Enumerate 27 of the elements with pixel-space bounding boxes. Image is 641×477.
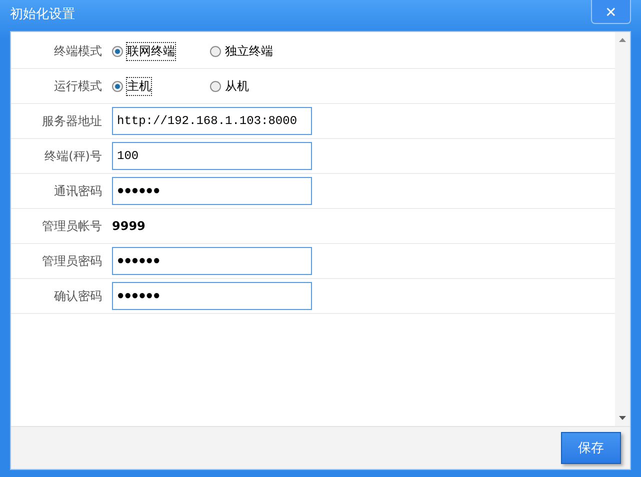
field-label: 运行模式 [53, 78, 102, 94]
radio-button[interactable] [210, 46, 221, 56]
radio-label[interactable]: 从机 [225, 78, 249, 94]
radio-button[interactable] [112, 46, 123, 56]
input-field[interactable]: ●●●●●● [112, 282, 312, 310]
save-button[interactable]: 保存 [561, 432, 621, 464]
input-field[interactable]: ●●●●●● [112, 177, 312, 205]
radio-button[interactable] [210, 80, 221, 92]
scrollbar[interactable] [615, 32, 630, 426]
radio-label[interactable]: 主机 [127, 78, 151, 94]
scroll-down-icon[interactable] [619, 416, 626, 420]
input-field[interactable]: http://192.168.1.103:8000 [112, 107, 312, 135]
field-value: 9999 [112, 219, 146, 233]
field-label: 通讯密码 [53, 182, 102, 200]
field-label: 终端模式 [53, 42, 102, 60]
radio-label[interactable]: 独立终端 [225, 42, 273, 60]
input-field[interactable]: 100 [112, 142, 312, 170]
radio-button[interactable] [112, 80, 123, 92]
field-label: 服务器地址 [41, 112, 102, 130]
field-label: 管理员帐号 [41, 218, 102, 234]
field-label: 确认密码 [53, 288, 102, 304]
field-label: 终端(秤)号 [44, 148, 102, 164]
input-field[interactable]: ●●●●●● [112, 247, 312, 275]
field-label: 管理员密码 [41, 252, 102, 270]
window-title: 初始化设置 [10, 6, 75, 23]
radio-label[interactable]: 联网终端 [127, 42, 175, 60]
scroll-up-icon[interactable] [619, 38, 626, 42]
